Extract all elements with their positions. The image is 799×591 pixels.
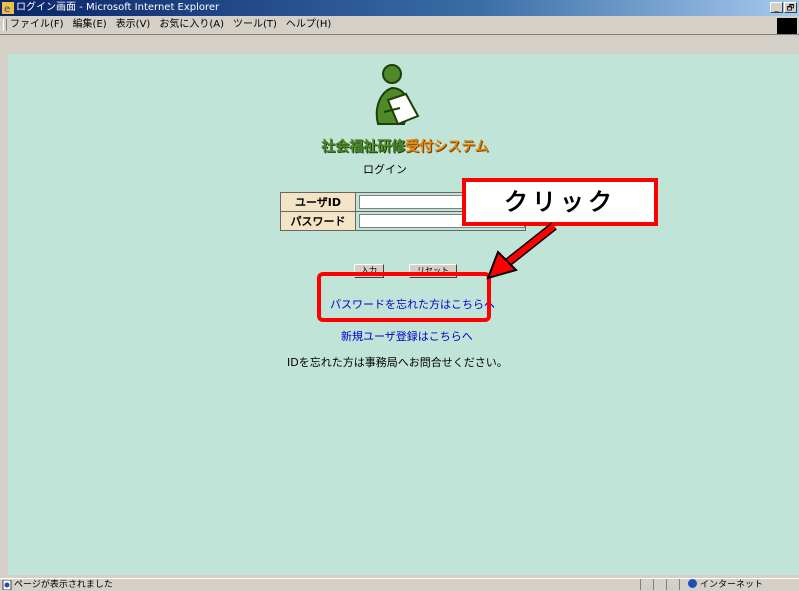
reading-person-logo-icon [375, 64, 420, 126]
user-id-label: ユーザID [280, 192, 356, 212]
page-content: 社会福祉研修受付システム ログイン ユーザID パスワード 入力 リセット パス… [8, 54, 799, 575]
highlight-annotation [317, 272, 491, 322]
brand-logo-text: 社会福祉研修受付システム [310, 136, 500, 156]
menu-view[interactable]: 表示(V) [116, 16, 151, 34]
brand-sub: 受付システム [405, 139, 489, 155]
forgot-id-text: IDを忘れた方は事務局へお問合せください。 [287, 356, 508, 369]
page-icon [2, 580, 12, 590]
globe-icon [688, 579, 697, 588]
callout-arrow-icon [486, 222, 557, 280]
toolbar-grip[interactable] [3, 19, 7, 31]
menu-help[interactable]: ヘルプ(H) [286, 16, 331, 34]
security-zone: インターネット [688, 579, 763, 591]
brand-main: 社会福祉研修 [321, 139, 406, 155]
windows-logo-icon [777, 18, 797, 34]
menu-edit[interactable]: 編集(E) [73, 16, 107, 34]
menu-file[interactable]: ファイル(F) [10, 16, 64, 34]
window-title: ログイン画面 - Microsoft Internet Explorer [16, 2, 220, 13]
zone-label: インターネット [700, 580, 764, 590]
status-panes [640, 579, 692, 590]
menu-bar: ファイル(F) 編集(E) 表示(V) お気に入り(A) ツール(T) ヘルプ(… [0, 16, 799, 35]
click-callout: クリック [462, 178, 658, 226]
menu-favorites[interactable]: お気に入り(A) [159, 16, 224, 34]
status-text: ページが表示されました [14, 580, 113, 590]
ie-logo-icon: e [2, 2, 14, 14]
register-link[interactable]: 新規ユーザ登録はこちらへ [341, 328, 473, 344]
password-label: パスワード [280, 211, 356, 231]
maximize-button[interactable]: 🗗 [784, 2, 797, 13]
menu-tools[interactable]: ツール(T) [233, 16, 277, 34]
minimize-button[interactable]: _ [770, 2, 783, 13]
page-title: ログイン [363, 163, 407, 176]
svg-text:e: e [4, 4, 10, 14]
status-bar: ページが表示されました インターネット [0, 578, 799, 591]
title-bar: e ログイン画面 - Microsoft Internet Explorer _… [0, 0, 799, 16]
